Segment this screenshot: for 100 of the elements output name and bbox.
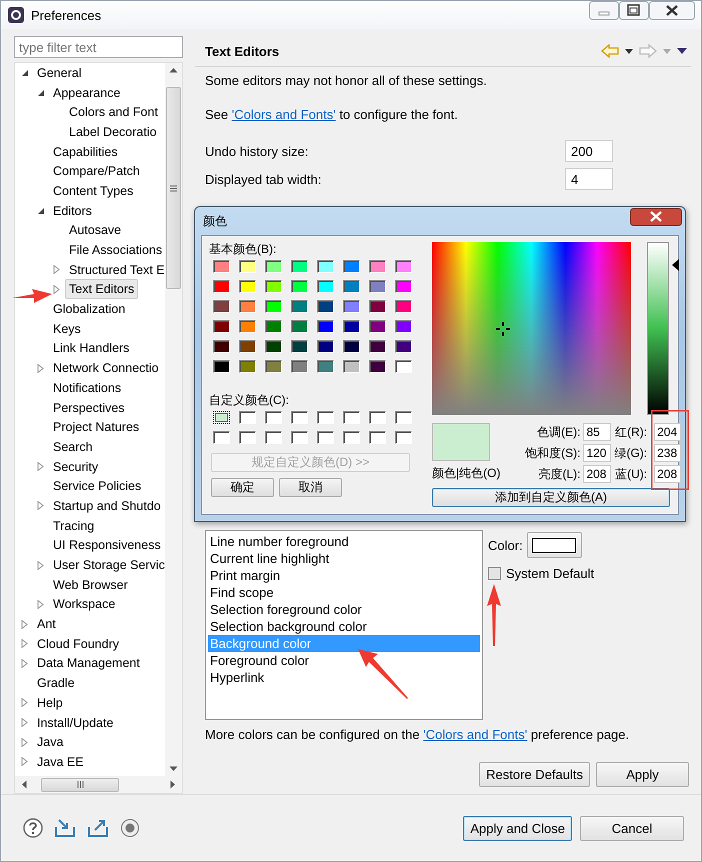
tree-item[interactable]: File Associations (65, 240, 165, 260)
tree-item[interactable]: Notifications (49, 378, 126, 398)
input-field[interactable]: 204 (654, 423, 682, 441)
vertical-scrollbar[interactable] (165, 63, 182, 776)
expanded-triangle-icon[interactable] (37, 88, 45, 97)
collapsed-triangle-icon[interactable] (37, 560, 44, 570)
color-swatch[interactable] (343, 340, 360, 353)
color-swatch[interactable] (265, 411, 282, 424)
color-swatch[interactable] (369, 431, 386, 444)
tree-item[interactable]: Tracing (49, 516, 98, 536)
color-swatch[interactable] (343, 300, 360, 313)
tree-item[interactable]: Cloud Foundry (33, 634, 123, 654)
color-spectrum[interactable] (432, 242, 631, 415)
collapsed-triangle-icon[interactable] (37, 501, 44, 510)
ok-button[interactable]: 确定 (211, 478, 274, 497)
color-swatch[interactable] (291, 411, 308, 424)
tree-item[interactable]: Gradle (33, 673, 79, 694)
color-button[interactable] (526, 532, 582, 558)
restore-defaults-button[interactable]: Restore Defaults (479, 762, 590, 787)
tree-item[interactable]: Search (49, 436, 97, 457)
color-swatch[interactable] (317, 320, 334, 333)
color-swatch[interactable] (369, 340, 386, 353)
input-field[interactable]: 238 (654, 444, 682, 462)
color-swatch[interactable] (317, 431, 334, 444)
tree-item[interactable]: Colors and Font (65, 102, 162, 122)
list-item[interactable]: Hyperlink (208, 669, 480, 686)
color-swatch[interactable] (265, 280, 282, 293)
color-swatch[interactable] (239, 320, 256, 333)
tree-item[interactable]: User Storage Servic (49, 555, 165, 576)
tree-item[interactable]: Content Types (49, 180, 138, 201)
tree-item[interactable]: Java EE (33, 752, 88, 772)
color-swatch[interactable] (239, 300, 256, 313)
help-icon[interactable] (23, 818, 43, 838)
color-swatch[interactable] (213, 340, 230, 353)
color-swatch[interactable] (291, 280, 308, 293)
color-swatch[interactable] (317, 360, 334, 373)
color-swatch[interactable] (213, 300, 230, 313)
color-swatch[interactable] (213, 320, 230, 333)
color-swatch[interactable] (369, 280, 386, 293)
collapsed-triangle-icon[interactable] (53, 284, 60, 294)
collapsed-triangle-icon[interactable] (21, 658, 28, 668)
input-field[interactable]: 4 (565, 168, 613, 190)
cancel-button[interactable]: 取消 (279, 478, 342, 497)
color-swatch[interactable] (239, 411, 256, 424)
checkbox[interactable] (488, 567, 501, 580)
tree-item[interactable]: Compare/Patch (49, 161, 144, 182)
colors-and-fonts-link[interactable]: 'Colors and Fonts' (232, 107, 336, 122)
input-field[interactable]: 120 (583, 444, 612, 462)
tree-item[interactable]: Data Management (33, 653, 144, 674)
list-item[interactable]: Find scope (208, 584, 480, 601)
color-swatch[interactable] (291, 340, 308, 353)
collapsed-triangle-icon[interactable] (37, 600, 44, 609)
scroll-right-icon[interactable] (170, 780, 176, 789)
tree-item[interactable]: Capabilities (49, 142, 122, 162)
tree-item[interactable]: Perspectives (49, 398, 129, 418)
collapsed-triangle-icon[interactable] (21, 738, 28, 747)
add-to-custom-colors-button[interactable]: 添加到自定义颜色(A) (432, 488, 670, 507)
export-icon[interactable] (87, 818, 109, 838)
scroll-down-icon[interactable] (169, 766, 178, 772)
view-menu-icon[interactable] (677, 48, 687, 54)
color-swatch[interactable] (265, 260, 282, 273)
tree-item[interactable]: Editors (49, 200, 96, 221)
collapsed-triangle-icon[interactable] (21, 620, 28, 629)
colors-and-fonts-link[interactable]: 'Colors and Fonts' (423, 727, 528, 742)
color-swatch[interactable] (395, 411, 412, 424)
tree-item[interactable]: Label Decoratio (65, 122, 161, 142)
color-swatch[interactable] (291, 360, 308, 373)
scroll-thumb[interactable] (41, 778, 119, 792)
color-swatch[interactable] (265, 320, 282, 333)
color-swatch[interactable] (317, 411, 334, 424)
tree-item[interactable]: Install/Update (33, 712, 118, 733)
dropdown-icon[interactable] (625, 48, 633, 54)
color-swatch[interactable] (343, 280, 360, 293)
color-swatch[interactable] (369, 360, 386, 373)
color-swatch[interactable] (213, 260, 230, 273)
color-swatch[interactable] (369, 260, 386, 273)
tree-item[interactable]: Appearance (49, 82, 124, 103)
color-swatch[interactable] (369, 411, 386, 424)
color-swatch[interactable] (239, 360, 256, 373)
color-swatch[interactable] (265, 300, 282, 313)
tree-item[interactable]: Help (33, 692, 67, 713)
tree-item[interactable]: Keys (49, 318, 85, 339)
color-swatch[interactable] (239, 431, 256, 444)
tree-item[interactable]: Structured Text E (65, 260, 165, 280)
tree-item[interactable]: Web Browser (49, 574, 132, 595)
color-swatch[interactable] (395, 340, 412, 353)
list-item[interactable]: Foreground color (208, 652, 480, 669)
tree-item[interactable]: Service Policies (49, 476, 146, 496)
tree-item[interactable]: Globalization (49, 299, 130, 320)
tree-item[interactable]: Autosave (65, 220, 126, 240)
horizontal-scrollbar[interactable] (15, 776, 182, 793)
color-swatch[interactable] (317, 280, 334, 293)
color-swatch[interactable] (395, 280, 412, 293)
list-item[interactable]: Selection foreground color (208, 601, 480, 618)
list-item[interactable]: Current line highlight (208, 550, 480, 567)
color-swatch[interactable] (239, 340, 256, 353)
color-swatch[interactable] (395, 431, 412, 444)
color-swatch[interactable] (343, 360, 360, 373)
color-swatch[interactable] (343, 411, 360, 424)
color-swatch[interactable] (343, 320, 360, 333)
